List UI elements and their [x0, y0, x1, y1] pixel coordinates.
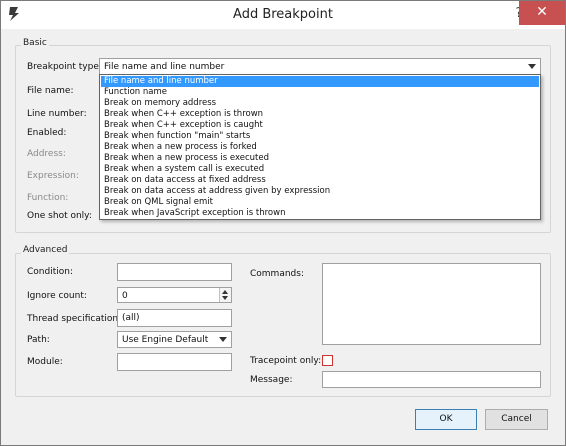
add-breakpoint-dialog: Add Breakpoint ? ✕ Basic Breakpoint type…	[0, 0, 566, 446]
breakpoint-type-dropdown-list: File name and line number Function name Br…	[99, 74, 541, 220]
tracepoint-checkbox[interactable]	[322, 355, 333, 366]
dropdown-option[interactable]: Break when JavaScript exception is throw…	[101, 208, 539, 219]
dropdown-option[interactable]: Break on QML signal emit	[101, 197, 539, 208]
dropdown-option[interactable]: Break on data access at fixed address	[101, 175, 539, 186]
dropdown-option[interactable]: File name and line number	[101, 76, 539, 87]
breakpoint-type-combo[interactable]: File name and line number	[99, 58, 541, 75]
function-label: Function:	[27, 193, 69, 203]
tracepoint-label: Tracepoint only:	[250, 356, 322, 366]
dropdown-option[interactable]: Break on memory address	[101, 98, 539, 109]
dropdown-option[interactable]: Break when C++ exception is caught	[101, 120, 539, 131]
file-name-label: File name:	[27, 86, 74, 96]
cancel-button[interactable]: Cancel	[485, 409, 548, 430]
path-combo[interactable]: Use Engine Default	[117, 331, 232, 348]
ignore-count-spinbox[interactable]: 0	[117, 287, 232, 303]
dropdown-option[interactable]: Break when a new process is forked	[101, 142, 539, 153]
commands-label: Commands:	[250, 269, 304, 279]
module-input[interactable]	[117, 353, 232, 371]
condition-input[interactable]	[117, 263, 232, 281]
message-label: Message:	[250, 375, 293, 385]
path-label: Path:	[27, 335, 50, 345]
title-bar: Add Breakpoint ? ✕	[1, 1, 565, 29]
ok-button[interactable]: OK	[415, 409, 477, 430]
basic-group-title: Basic	[21, 38, 49, 48]
message-input[interactable]	[322, 371, 541, 388]
ignore-count-value: 0	[122, 291, 128, 301]
expression-label: Expression:	[27, 171, 79, 181]
dropdown-option[interactable]: Break when a system call is executed	[101, 164, 539, 175]
close-button[interactable]: ✕	[519, 1, 565, 25]
chevron-down-icon	[219, 337, 227, 342]
dropdown-option[interactable]: Function name	[101, 87, 539, 98]
dropdown-option[interactable]: Break when C++ exception is thrown	[101, 109, 539, 120]
commands-textarea[interactable]	[322, 263, 541, 345]
breakpoint-type-label: Breakpoint type:	[27, 62, 102, 72]
thread-spec-label: Thread specification:	[27, 314, 122, 324]
spin-buttons[interactable]	[219, 288, 231, 302]
spin-up-icon[interactable]	[222, 290, 228, 294]
dropdown-option[interactable]: Break when a new process is executed	[101, 153, 539, 164]
dropdown-option[interactable]: Break when function "main" starts	[101, 131, 539, 142]
path-value: Use Engine Default	[122, 335, 209, 345]
spin-down-icon[interactable]	[222, 296, 228, 300]
dropdown-option[interactable]: Break on data access at address given by…	[101, 186, 539, 197]
advanced-group-title: Advanced	[21, 245, 70, 255]
window-title: Add Breakpoint	[233, 7, 333, 22]
line-number-label: Line number:	[27, 109, 87, 119]
address-label: Address:	[27, 149, 66, 159]
breakpoint-type-value: File name and line number	[104, 62, 225, 72]
module-label: Module:	[27, 357, 63, 367]
enabled-label: Enabled:	[27, 128, 67, 138]
ignore-count-label: Ignore count:	[27, 291, 87, 301]
condition-label: Condition:	[27, 267, 73, 277]
one-shot-label: One shot only:	[27, 211, 92, 221]
chevron-down-icon	[528, 64, 536, 69]
thread-spec-input[interactable]: (all)	[117, 309, 232, 327]
